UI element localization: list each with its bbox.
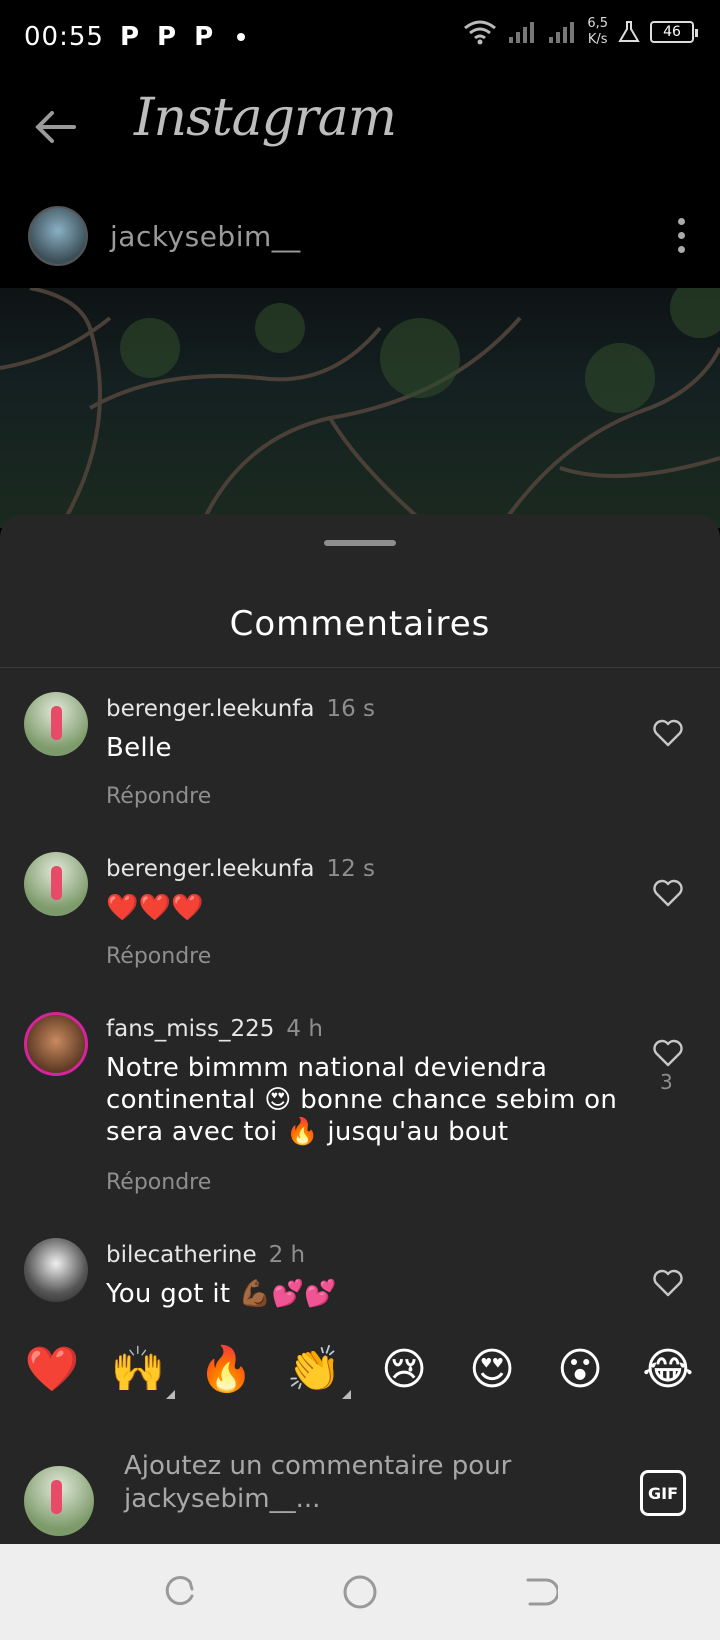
recent-apps-icon[interactable] <box>162 1574 198 1610</box>
like-heart-icon[interactable] <box>652 1268 684 1298</box>
sheet-drag-handle[interactable] <box>324 540 396 546</box>
comment-time: 4 h <box>286 1016 323 1042</box>
sheet-title: Commentaires <box>229 604 491 644</box>
post-header[interactable]: jackysebim__ <box>28 206 301 266</box>
like-count: 3 <box>660 1070 673 1094</box>
notification-p-icon: P <box>194 22 214 52</box>
reply-button[interactable]: Répondre <box>106 1170 211 1195</box>
emoji-heart-eyes-button[interactable]: 😍 <box>464 1342 520 1398</box>
comment-input[interactable]: Ajoutez un commentaire pour jackysebim__… <box>124 1450 594 1516</box>
post-author-avatar[interactable] <box>28 206 88 266</box>
commenter-username[interactable]: berenger.leekunfa <box>106 856 314 882</box>
battery-level: 46 <box>663 24 681 40</box>
instagram-logo: Instagram <box>134 88 397 148</box>
more-notifications-dot-icon <box>237 33 246 41</box>
reply-button[interactable]: Répondre <box>106 784 211 809</box>
commenter-avatar[interactable] <box>24 1012 88 1076</box>
commenter-avatar[interactable] <box>24 1238 88 1302</box>
status-bar: 00:55 P P P 6,5 K/s 46 <box>0 0 720 74</box>
post-author-username[interactable]: jackysebim__ <box>110 220 301 253</box>
emoji-fire-button[interactable]: 🔥 <box>198 1342 254 1398</box>
comment-time: 2 h <box>268 1242 306 1268</box>
home-icon[interactable] <box>342 1574 378 1610</box>
network-speed: 6,5 K/s <box>587 16 608 48</box>
like-heart-icon[interactable] <box>652 1038 684 1068</box>
like-heart-icon[interactable] <box>652 718 684 748</box>
wifi-icon <box>464 20 497 45</box>
commenter-username[interactable]: bilecatherine <box>106 1242 257 1268</box>
notification-p-icon: P <box>119 22 139 52</box>
commenter-avatar[interactable] <box>24 852 88 916</box>
status-right: 6,5 K/s 46 <box>463 16 698 48</box>
battery-icon: 46 <box>650 21 698 43</box>
emoji-surprised-button[interactable]: 😮 <box>552 1342 608 1398</box>
comment-text: Notre bimmm national deviendra continent… <box>106 1053 618 1147</box>
emoji-heart-button[interactable]: ❤️ <box>24 1342 80 1398</box>
system-navigation-bar <box>0 1544 720 1640</box>
back-arrow-icon[interactable] <box>30 102 80 152</box>
skin-tone-indicator-icon <box>342 1390 351 1399</box>
comment-composer: Ajoutez un commentaire pour jackysebim__… <box>0 1444 720 1544</box>
emoji-clap-button[interactable]: 👏 <box>286 1342 342 1398</box>
flask-icon <box>618 21 640 42</box>
comment-text: You got it 💪🏾💕💕 <box>106 1279 337 1309</box>
comment-meta: fans_miss_225 4 h <box>106 1016 323 1042</box>
notification-icons: P P P <box>119 22 246 52</box>
comment-text: ❤️❤️❤️ <box>106 893 205 923</box>
current-user-avatar <box>24 1466 94 1536</box>
gif-button[interactable]: GIF <box>640 1470 686 1516</box>
comment-meta: berenger.leekunfa 12 s <box>106 856 375 882</box>
comment-text: Belle <box>106 733 172 763</box>
commenter-username[interactable]: berenger.leekunfa <box>106 696 314 722</box>
emoji-raised-hands-button[interactable]: 🙌 <box>110 1342 166 1398</box>
network-speed-unit: K/s <box>587 32 608 47</box>
notification-p-icon: P <box>157 22 177 52</box>
skin-tone-indicator-icon <box>166 1390 175 1399</box>
post-image <box>0 288 720 528</box>
more-options-icon[interactable] <box>678 218 686 260</box>
app-bar: Instagram jackysebim__ <box>0 74 720 266</box>
signal-2-icon <box>549 22 575 43</box>
status-time: 00:55 <box>24 22 104 52</box>
like-heart-icon[interactable] <box>652 878 684 908</box>
emoji-crying-button[interactable]: 😢 <box>376 1342 432 1398</box>
network-speed-value: 6,5 <box>587 16 608 31</box>
emoji-laughing-button[interactable]: 😂 <box>640 1342 696 1398</box>
reply-button[interactable]: Répondre <box>106 944 211 969</box>
signal-1-icon <box>509 22 535 43</box>
comment-time: 16 s <box>326 696 376 722</box>
comment-meta: bilecatherine 2 h <box>106 1242 305 1268</box>
tree-branches-image <box>0 288 720 528</box>
emoji-reaction-bar: ❤️ 🙌 🔥 👏 😢 😍 😮 😂 <box>0 1342 720 1402</box>
back-icon[interactable] <box>522 1574 558 1610</box>
commenter-avatar[interactable] <box>24 692 88 756</box>
comment-meta: berenger.leekunfa 16 s <box>106 696 375 722</box>
commenter-username[interactable]: fans_miss_225 <box>106 1016 274 1042</box>
comment-time: 12 s <box>326 856 376 882</box>
divider <box>0 667 720 668</box>
